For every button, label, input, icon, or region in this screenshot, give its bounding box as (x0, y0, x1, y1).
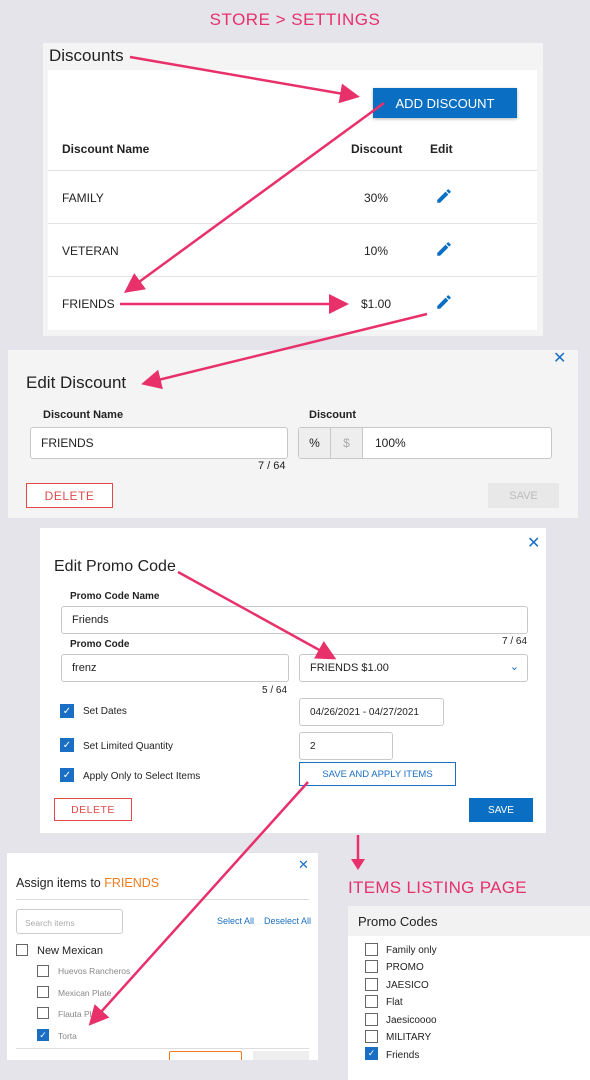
arrow (129, 55, 360, 104)
annotation-arrows (88, 55, 428, 1026)
arrow (177, 570, 337, 660)
arrow (88, 781, 309, 1026)
arrow (123, 101, 385, 293)
arrow (141, 312, 428, 390)
